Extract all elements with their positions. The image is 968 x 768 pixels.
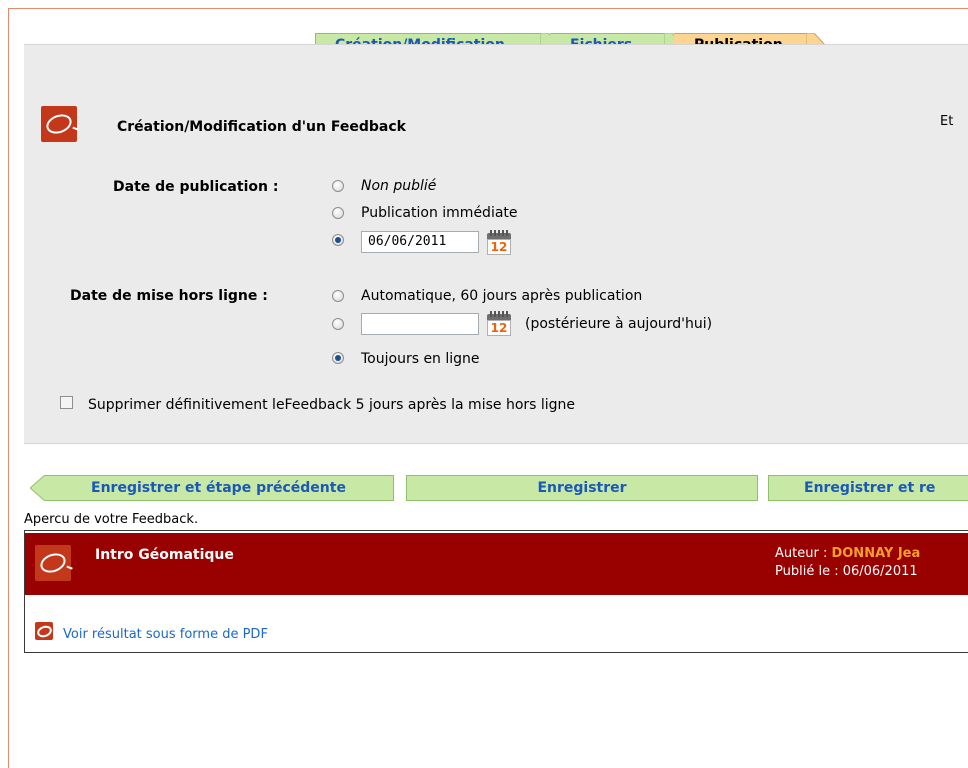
preview-meta: Auteur : DONNAY Jea Publié le : 06/06/20…	[775, 545, 920, 581]
smart-logo-icon	[41, 106, 77, 142]
smart-logo-icon	[35, 545, 71, 581]
form-title: Création/Modification d'un Feedback	[117, 119, 406, 135]
delete-checkbox-label: Supprimer définitivement leFeedback 5 jo…	[88, 397, 576, 413]
radio-automatique[interactable]	[332, 290, 344, 302]
calendar-day: 12	[490, 240, 508, 254]
delete-checkbox[interactable]	[60, 396, 73, 409]
publication-date-label: Date de publication :	[113, 179, 279, 195]
back-arrow-icon	[30, 475, 45, 501]
calendar-icon[interactable]: 12	[487, 229, 511, 255]
non-publie-label: Non publié	[361, 178, 437, 194]
toujours-en-ligne-label: Toujours en ligne	[361, 351, 480, 367]
author-label: Auteur :	[775, 546, 832, 561]
preview-box: Intro Géomatique Auteur : DONNAY Jea Pub…	[24, 530, 968, 653]
author-name: DONNAY Jea	[831, 546, 921, 561]
radio-publication-immediate[interactable]	[332, 207, 344, 219]
pdf-icon[interactable]	[35, 622, 53, 640]
publication-immediate-label: Publication immédiate	[361, 205, 518, 221]
offline-date-input[interactable]	[361, 313, 479, 335]
published-date: Publié le : 06/06/2011	[775, 564, 918, 579]
truncated-text: Et	[940, 114, 954, 129]
radio-toujours-en-ligne[interactable]	[332, 352, 344, 364]
pdf-link[interactable]: Voir résultat sous forme de PDF	[63, 627, 268, 642]
automatique-label: Automatique, 60 jours après publication	[361, 288, 643, 304]
preview-title: Intro Géomatique	[95, 547, 234, 563]
radio-non-publie[interactable]	[332, 180, 344, 192]
offline-date-hint: (postérieure à aujourd'hui)	[525, 316, 713, 332]
publication-date-input[interactable]: 06/06/2011	[361, 231, 479, 253]
save-previous-button[interactable]: Enregistrer et étape précédente	[44, 475, 394, 501]
calendar-icon[interactable]: 12	[487, 310, 511, 336]
offline-date-label: Date de mise hors ligne :	[70, 288, 268, 304]
save-next-button[interactable]: Enregistrer et re	[768, 475, 968, 501]
save-button[interactable]: Enregistrer	[406, 475, 758, 501]
calendar-day: 12	[490, 321, 508, 335]
radio-offline-date[interactable]	[332, 318, 344, 330]
radio-publication-date[interactable]	[332, 234, 344, 246]
preview-header: Intro Géomatique Auteur : DONNAY Jea Pub…	[25, 533, 968, 595]
preview-caption: Apercu de votre Feedback.	[24, 512, 199, 527]
